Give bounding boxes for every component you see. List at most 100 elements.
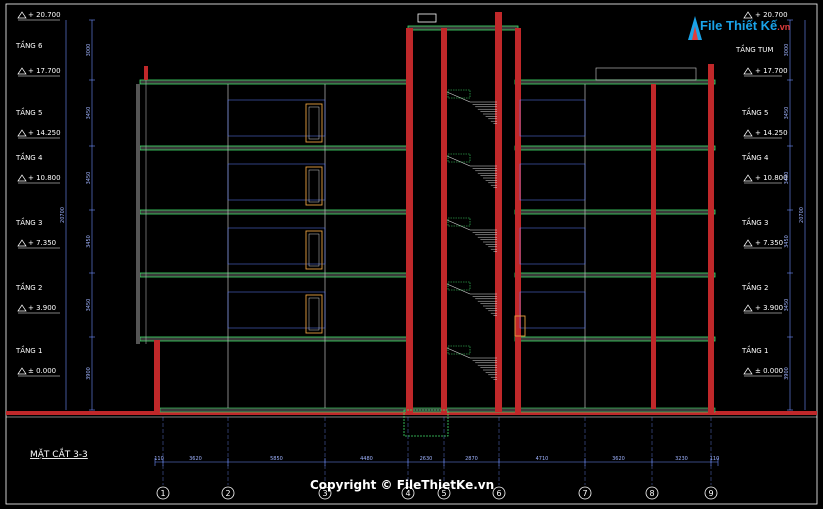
axis-label: 9 <box>708 489 713 498</box>
stair-flight <box>446 153 497 188</box>
total-dimension-label: 20700 <box>799 207 805 223</box>
level-triangle-icon <box>743 304 753 312</box>
level-markers-right: + 20.700TẦNG TUM+ 17.700TẦNG 5+ 14.250TẦ… <box>735 11 788 377</box>
right-parapet <box>595 67 697 81</box>
level-elevation: + 14.250 <box>755 129 788 137</box>
level-triangle-icon <box>743 129 753 137</box>
level-marker: TẦNG 3 + 7.350 <box>15 217 60 249</box>
axis-label: 8 <box>649 489 654 498</box>
dimension-label: 3450 <box>784 172 790 185</box>
column-stair-right <box>515 28 521 413</box>
floor-slab-left <box>139 145 409 151</box>
level-triangle-icon <box>17 367 27 375</box>
level-elevation: + 20.700 <box>28 11 61 19</box>
dimension-chain-left: 3000 3450 3450 3450 3450 3900 20700 <box>60 19 95 411</box>
cad-drawing-canvas: TẦNG 6 + 20.700 + 17.700 TẦNG 5 + 14.250 TẦNG… <box>0 0 823 509</box>
floor-slab-right <box>514 336 716 342</box>
level-name: TẦNG 2 <box>15 282 42 292</box>
level-name: TẦNG 5 <box>741 107 768 117</box>
level-name: TẦNG 1 <box>741 345 768 355</box>
level-name: TẦNG 5 <box>15 107 42 117</box>
level-elevation: + 3.900 <box>28 304 56 312</box>
logo-name: File Thiết Kế <box>700 18 778 33</box>
dimension-label: 3450 <box>86 299 92 312</box>
level-marker: TẦNG 5 + 14.250 <box>15 107 61 139</box>
dimension-label: 2870 <box>465 456 478 462</box>
floor-slab-left <box>139 209 409 215</box>
floor-slab-right <box>514 209 716 215</box>
dimension-label: 3450 <box>86 107 92 120</box>
level-triangle-icon <box>743 174 753 182</box>
level-name: TẦNG 6 <box>15 40 43 50</box>
dimension-label: 110 <box>154 456 164 462</box>
room-outline <box>519 227 586 265</box>
axis-label: 1 <box>160 489 165 498</box>
level-triangle-icon <box>743 367 753 375</box>
level-elevation: + 7.350 <box>755 239 783 247</box>
door <box>305 230 323 270</box>
level-elevation: + 7.350 <box>28 239 56 247</box>
logo-text: File Thiết Kế.vn <box>700 18 790 33</box>
level-marker: TẦNG 1 ± 0.000 <box>741 345 783 377</box>
section-title: MẶT CẮT 3-3 <box>30 447 88 460</box>
left-facade <box>136 84 140 344</box>
floor-slab-left <box>139 336 409 342</box>
room-outline <box>519 291 586 329</box>
door <box>305 166 323 206</box>
dimension-chain-right: 3000 3450 3450 3450 3450 3900 20700 <box>784 19 806 411</box>
dimension-label: 3450 <box>86 235 92 248</box>
floor-slab-right <box>514 145 716 151</box>
dimension-label: 3000 <box>784 44 790 57</box>
level-elevation: + 10.800 <box>755 174 788 182</box>
level-triangle-icon <box>17 174 27 182</box>
door <box>305 103 323 143</box>
level-triangle-icon <box>17 67 27 75</box>
level-triangle-icon <box>17 129 27 137</box>
room-outline <box>519 163 586 201</box>
room-outline <box>227 163 326 201</box>
logo-suffix: .vn <box>777 22 791 32</box>
level-triangle-icon <box>17 304 27 312</box>
dimension-label: 2630 <box>420 456 433 462</box>
section-drawing: TẦNG 6+ 20.700+ 17.700TẦNG 5+ 14.250TẦNG… <box>5 3 818 505</box>
level-name: TẦNG 3 <box>741 217 768 227</box>
dimension-label: 3450 <box>86 172 92 185</box>
level-elevation: + 14.250 <box>28 129 61 137</box>
axis-label: 6 <box>496 489 501 498</box>
column-axis-5 <box>441 28 447 413</box>
dimension-label: 3620 <box>189 456 202 462</box>
level-marker: TẦNG 5 + 14.250 <box>741 107 788 139</box>
level-elevation: + 3.900 <box>755 304 783 312</box>
room-outline <box>227 227 326 265</box>
level-name: TẦNG 3 <box>15 217 42 227</box>
level-triangle-icon <box>17 11 27 19</box>
room-outline <box>227 99 326 137</box>
level-elevation: ± 0.000 <box>28 367 56 375</box>
level-name: TẦNG 2 <box>741 282 768 292</box>
dimension-label: 3000 <box>86 44 92 57</box>
level-elevation: ± 0.000 <box>755 367 783 375</box>
level-marker: TẦNG 6 + 20.700 <box>15 11 61 50</box>
level-marker: TẦNG 2 + 3.900 <box>741 282 783 314</box>
stair-flight <box>446 281 497 316</box>
dimension-label: 3620 <box>612 456 625 462</box>
dimension-label: 3450 <box>784 299 790 312</box>
floor-slabs <box>139 145 716 413</box>
level-name: TẦNG TUM <box>735 44 773 54</box>
door <box>305 294 323 334</box>
roof-slab-left <box>139 79 409 85</box>
roof-slab-right <box>514 79 716 85</box>
dimension-label: 5850 <box>270 456 283 462</box>
dimension-label: 3450 <box>784 235 790 248</box>
total-dimension-label: 20700 <box>60 207 66 223</box>
level-marker: TẦNG 3 + 7.350 <box>741 217 783 249</box>
level-marker: TẦNG TUM + 17.700 <box>735 44 788 77</box>
floor-slab-left <box>139 272 409 278</box>
axis-label: 7 <box>582 489 587 498</box>
level-markers-left: TẦNG 6+ 20.700+ 17.700TẦNG 5+ 14.250TẦNG… <box>15 11 61 377</box>
level-marker: TẦNG 1 ± 0.000 <box>15 345 60 377</box>
stair-flights <box>446 89 497 380</box>
stair-flight <box>446 345 497 380</box>
level-name: TẦNG 4 <box>15 152 43 162</box>
dimension-label: 3900 <box>784 367 790 380</box>
